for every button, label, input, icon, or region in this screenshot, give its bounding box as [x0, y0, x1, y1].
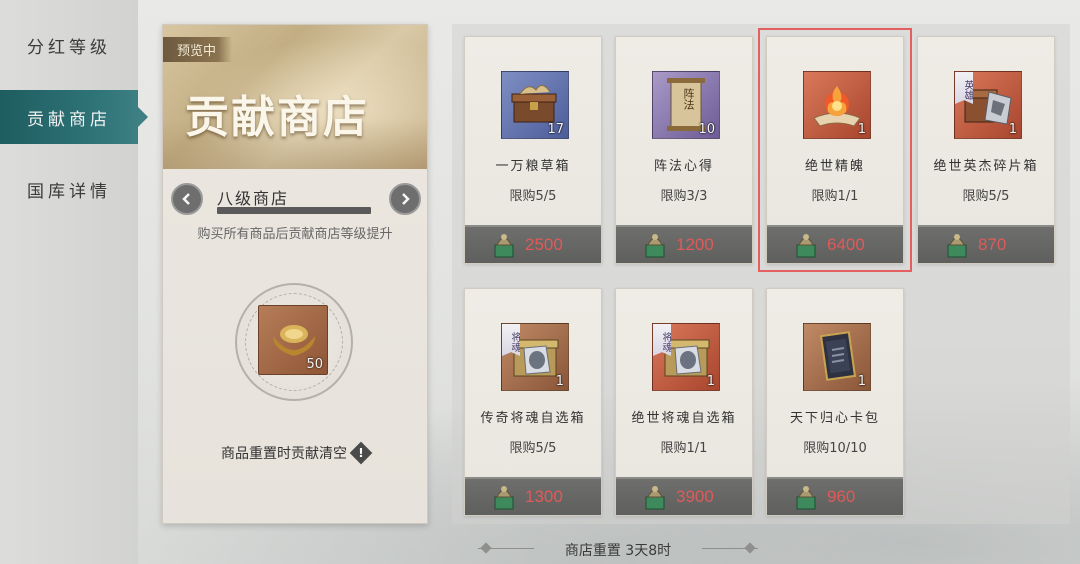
item-quantity: 17	[547, 122, 564, 137]
sidebar-item-contribution-shop[interactable]: 贡献商店	[0, 90, 148, 144]
contribution-currency-slot[interactable]: 50	[258, 305, 328, 375]
shop-item-card[interactable]: 英雄 1 绝世英杰碎片箱 限购5/5 870	[917, 36, 1055, 264]
item-price: 2500	[525, 235, 563, 254]
item-icon-frame: 英雄 1	[954, 71, 1022, 139]
item-category-tag: 英雄	[955, 72, 973, 104]
preview-tag: 预览中	[163, 37, 233, 62]
item-purchase-limit: 限购3/3	[660, 189, 708, 204]
item-price-bar[interactable]: 1300	[465, 477, 601, 515]
contribution-seal-icon	[494, 234, 514, 258]
reset-warning-note: 商品重置时贡献清空!	[163, 441, 427, 465]
contribution-seal-icon	[796, 486, 816, 510]
item-quantity: 1	[857, 122, 866, 137]
currency-count: 50	[306, 357, 323, 372]
shop-banner: 预览中 贡献商店	[163, 25, 427, 169]
shop-level-selector: 八级商店	[171, 183, 421, 219]
item-price-bar[interactable]: 3900	[616, 477, 752, 515]
item-quantity: 1	[555, 374, 564, 389]
item-quantity: 1	[857, 374, 866, 389]
item-icon-frame: 1	[803, 323, 871, 391]
shop-item-card[interactable]: 将魂 1 绝世将魂自选箱 限购1/1 3900	[615, 288, 753, 516]
shop-item-card[interactable]: 将魂 1 传奇将魂自选箱 限购5/5 1300	[464, 288, 602, 516]
item-icon-frame: 将魂 1	[652, 323, 720, 391]
item-name: 阵法心得	[653, 159, 714, 174]
item-name: 一万粮草箱	[495, 159, 571, 174]
item-category-tag: 将魂	[502, 324, 520, 356]
item-icon-frame: 1	[803, 71, 871, 139]
contribution-seal-icon	[645, 486, 665, 510]
item-purchase-limit: 限购1/1	[660, 441, 708, 456]
scroll-text: 阵法	[682, 88, 695, 110]
item-purchase-limit: 限购10/10	[803, 441, 867, 456]
shop-item-card[interactable]: 1 天下归心卡包 限购10/10 960	[766, 288, 904, 516]
shop-item-card[interactable]: 17 一万粮草箱 限购5/5 2500	[464, 36, 602, 264]
warning-symbol: !	[358, 446, 364, 460]
contribution-seal-icon	[796, 234, 816, 258]
divider-right	[702, 548, 758, 549]
item-price-bar[interactable]: 1200	[616, 225, 752, 263]
warning-icon[interactable]: !	[349, 441, 373, 465]
item-price-bar[interactable]: 2500	[465, 225, 601, 263]
item-name: 绝世英杰碎片箱	[933, 159, 1039, 174]
shop-level-progress-bar	[217, 207, 371, 214]
item-price-bar[interactable]: 6400	[767, 225, 903, 263]
item-category-tag: 将魂	[653, 324, 671, 356]
shop-item-card-selected[interactable]: 1 绝世精魄 限购1/1 6400	[758, 28, 912, 272]
item-icon-frame: 将魂 1	[501, 323, 569, 391]
contribution-seal-icon	[947, 234, 967, 258]
next-level-button[interactable]	[389, 183, 421, 215]
item-quantity: 1	[1008, 122, 1017, 137]
sidebar-item-dividend-level[interactable]: 分红等级	[0, 18, 138, 72]
shop-reset-countdown: 商店重置 3天8时	[564, 543, 672, 559]
gold-ingot-icon	[273, 325, 315, 356]
item-price: 6400	[827, 235, 865, 254]
item-price-bar[interactable]: 960	[767, 477, 903, 515]
item-purchase-limit: 限购1/1	[811, 189, 859, 204]
item-price: 3900	[676, 487, 714, 506]
item-purchase-limit: 限购5/5	[509, 441, 557, 456]
item-quantity: 1	[706, 374, 715, 389]
item-price: 1200	[676, 235, 714, 254]
shop-info-panel: 预览中 贡献商店 八级商店 购买所有商品后贡献商店等级提升 50 商品重置时贡献…	[162, 24, 428, 524]
chevron-right-icon	[402, 193, 410, 205]
reset-warning-text: 商品重置时贡献清空	[221, 446, 347, 462]
item-quantity: 10	[698, 122, 715, 137]
item-purchase-limit: 限购5/5	[962, 189, 1010, 204]
item-price: 960	[827, 487, 856, 506]
item-icon-frame: 17	[501, 71, 569, 139]
chevron-left-icon	[182, 193, 190, 205]
banner-title: 贡献商店	[185, 92, 369, 143]
sidebar-item-treasury-details[interactable]: 国库详情	[0, 162, 138, 216]
item-price: 870	[978, 235, 1007, 254]
shop-item-card[interactable]: 阵法 10 阵法心得 限购3/3 1200	[615, 36, 753, 264]
shop-level-name: 八级商店	[217, 189, 290, 208]
item-name: 传奇将魂自选箱	[480, 411, 586, 426]
item-name: 绝世精魄	[804, 159, 865, 174]
item-price-bar[interactable]: 870	[918, 225, 1054, 263]
shop-reset-footer: 商店重置 3天8时	[478, 538, 758, 560]
item-price: 1300	[525, 487, 563, 506]
level-upgrade-hint: 购买所有商品后贡献商店等级提升	[197, 227, 393, 242]
item-name: 绝世将魂自选箱	[631, 411, 737, 426]
item-icon-frame: 阵法 10	[652, 71, 720, 139]
contribution-seal-icon	[645, 234, 665, 258]
contribution-seal-icon	[494, 486, 514, 510]
prev-level-button[interactable]	[171, 183, 203, 215]
item-purchase-limit: 限购5/5	[509, 189, 557, 204]
item-name: 天下归心卡包	[789, 411, 880, 426]
sidebar: 分红等级 贡献商店 国库详情	[0, 0, 148, 564]
